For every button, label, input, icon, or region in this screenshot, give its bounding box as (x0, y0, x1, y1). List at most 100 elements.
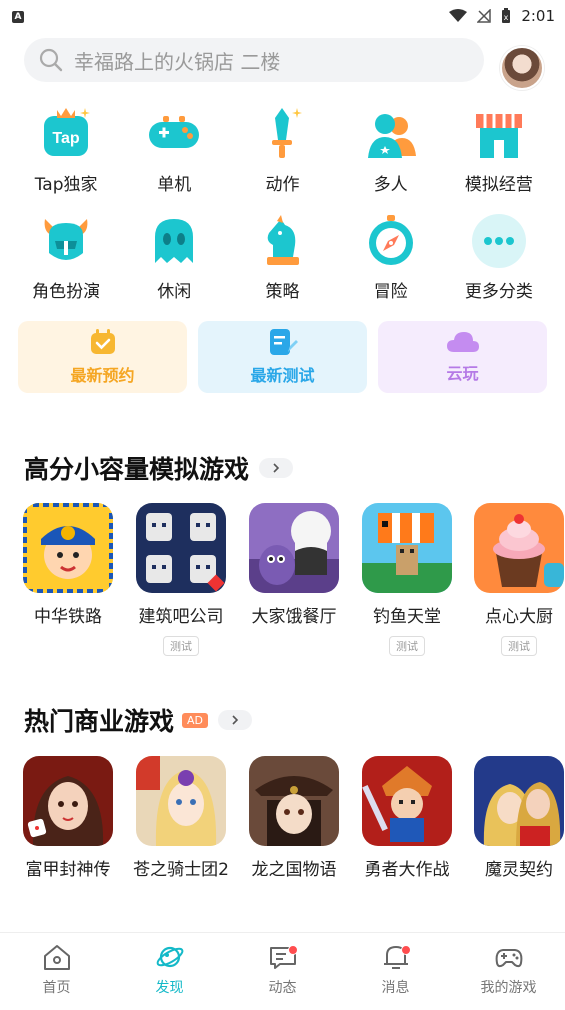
category-label: 策略 (265, 282, 300, 302)
section-title-simulation[interactable]: 高分小容量模拟游戏 (24, 450, 294, 486)
quick-link-label: 云玩 (446, 364, 479, 383)
svg-text:Tap: Tap (52, 130, 79, 147)
quick-link-cloud-play[interactable]: 云玩 (378, 321, 547, 393)
quick-link-label: 最新测试 (250, 366, 315, 385)
chess-knight-icon (253, 209, 311, 271)
category-label: 更多分类 (464, 282, 533, 302)
test-badge: 测试 (389, 636, 425, 656)
tab-label: 消息 (381, 980, 410, 996)
game-card[interactable]: 苍之骑士团2 (125, 756, 237, 883)
calendar-check-icon (90, 329, 115, 354)
game-cover (362, 503, 452, 593)
helmet-icon (37, 209, 95, 271)
category-tap-exclusive[interactable]: Tap Tap独家 (12, 102, 120, 195)
game-cover (136, 756, 226, 846)
category-single-player[interactable]: 单机 (120, 102, 228, 195)
category-label: 模拟经营 (464, 175, 533, 195)
shop-icon (470, 102, 528, 164)
game-cover (474, 756, 564, 846)
tab-discover[interactable]: 发现 (113, 933, 226, 1010)
category-strategy[interactable]: 策略 (228, 209, 336, 302)
section-title-text: 热门商业游戏 (24, 707, 175, 736)
chevron-right-icon[interactable] (218, 710, 253, 730)
category-multiplayer[interactable]: 多人 (337, 102, 445, 195)
game-name: 魔灵契约 (485, 860, 553, 880)
test-badge: 测试 (163, 636, 199, 656)
notification-dot (401, 945, 411, 955)
game-card[interactable]: 魔灵契约 (463, 756, 565, 883)
category-more[interactable]: 更多分类 (445, 209, 553, 302)
clock: 2:01 (521, 7, 555, 25)
game-cover (362, 756, 452, 846)
category-label: 动作 (265, 175, 300, 195)
game-card[interactable]: 建筑吧公司 测试 (125, 503, 237, 656)
category-label: 单机 (157, 175, 192, 195)
ghost-icon (145, 209, 203, 271)
game-card[interactable]: 钓鱼天堂 测试 (351, 503, 463, 656)
search-bar[interactable]: 幸福路上的火锅店 二楼 (24, 38, 484, 82)
ad-badge: AD (182, 712, 209, 728)
bottom-tab-bar: 首页 发现 动态 消息 我的游戏 (0, 932, 565, 1010)
gamepad-outline-icon (495, 949, 522, 968)
quick-link-label: 最新预约 (70, 366, 135, 385)
game-cover (23, 503, 113, 593)
more-icon (470, 209, 528, 271)
planet-icon (156, 946, 183, 968)
edit-note-icon (269, 329, 298, 355)
game-card[interactable]: 富甲封神传 (12, 756, 124, 883)
tab-my-games[interactable]: 我的游戏 (452, 933, 565, 1010)
tab-home[interactable]: 首页 (0, 933, 113, 1010)
home-icon (43, 945, 70, 970)
category-label: 角色扮演 (32, 282, 101, 302)
people-icon (362, 102, 420, 164)
game-name: 中华铁路 (34, 607, 102, 627)
tab-feed[interactable]: 动态 (226, 933, 339, 1010)
cloud-icon (446, 332, 479, 352)
tab-label: 发现 (155, 980, 184, 996)
category-simulation[interactable]: 模拟经营 (445, 102, 553, 195)
chevron-right-icon[interactable] (259, 458, 294, 478)
category-label: 冒险 (373, 282, 408, 302)
quick-link-testing[interactable]: 最新测试 (198, 321, 367, 393)
compass-icon (362, 209, 420, 271)
section-title-commercial[interactable]: 热门商业游戏 AD (24, 702, 253, 738)
tab-label: 动态 (268, 980, 297, 996)
wifi-icon (449, 9, 468, 22)
game-cover (249, 756, 339, 846)
game-name: 大家饿餐厅 (251, 607, 337, 627)
search-icon (39, 48, 63, 72)
game-card[interactable]: 中华铁路 (12, 503, 124, 630)
sword-icon (253, 102, 311, 164)
category-rpg[interactable]: 角色扮演 (12, 209, 120, 302)
game-card[interactable]: 点心大厨 测试 (463, 503, 565, 656)
category-casual[interactable]: 休闲 (120, 209, 228, 302)
game-cover (136, 503, 226, 593)
game-card[interactable]: 龙之国物语 (238, 756, 350, 883)
tap-icon: Tap (37, 102, 95, 164)
quick-link-reservations[interactable]: 最新预约 (18, 321, 187, 393)
avatar[interactable] (500, 46, 544, 90)
category-action[interactable]: 动作 (228, 102, 336, 195)
game-cover (23, 756, 113, 846)
no-signal-icon (477, 9, 492, 23)
search-placeholder: 幸福路上的火锅店 二楼 (74, 49, 281, 74)
tab-messages[interactable]: 消息 (339, 933, 452, 1010)
game-name: 龙之国物语 (251, 860, 337, 880)
game-name: 钓鱼天堂 (373, 607, 441, 627)
battery-icon: x (502, 8, 511, 23)
game-cover (249, 503, 339, 593)
game-name: 苍之骑士团2 (133, 860, 229, 880)
game-name: 点心大厨 (485, 607, 553, 627)
game-card[interactable]: 大家饿餐厅 (238, 503, 350, 630)
tab-label: 首页 (42, 980, 71, 996)
test-badge: 测试 (501, 636, 537, 656)
category-grid: Tap Tap独家 单机 动作 多人 模拟经营 角色扮演 休闲 策略 冒险 更多… (12, 102, 553, 302)
app-notification-icon: A (12, 11, 24, 23)
section-title-text: 高分小容量模拟游戏 (24, 455, 250, 484)
category-label: 多人 (373, 175, 408, 195)
game-name: 建筑吧公司 (138, 607, 224, 627)
game-card[interactable]: 勇者大作战 (351, 756, 463, 883)
category-adventure[interactable]: 冒险 (337, 209, 445, 302)
game-name: 富甲封神传 (25, 860, 111, 880)
status-bar: A x 2:01 (0, 0, 565, 34)
